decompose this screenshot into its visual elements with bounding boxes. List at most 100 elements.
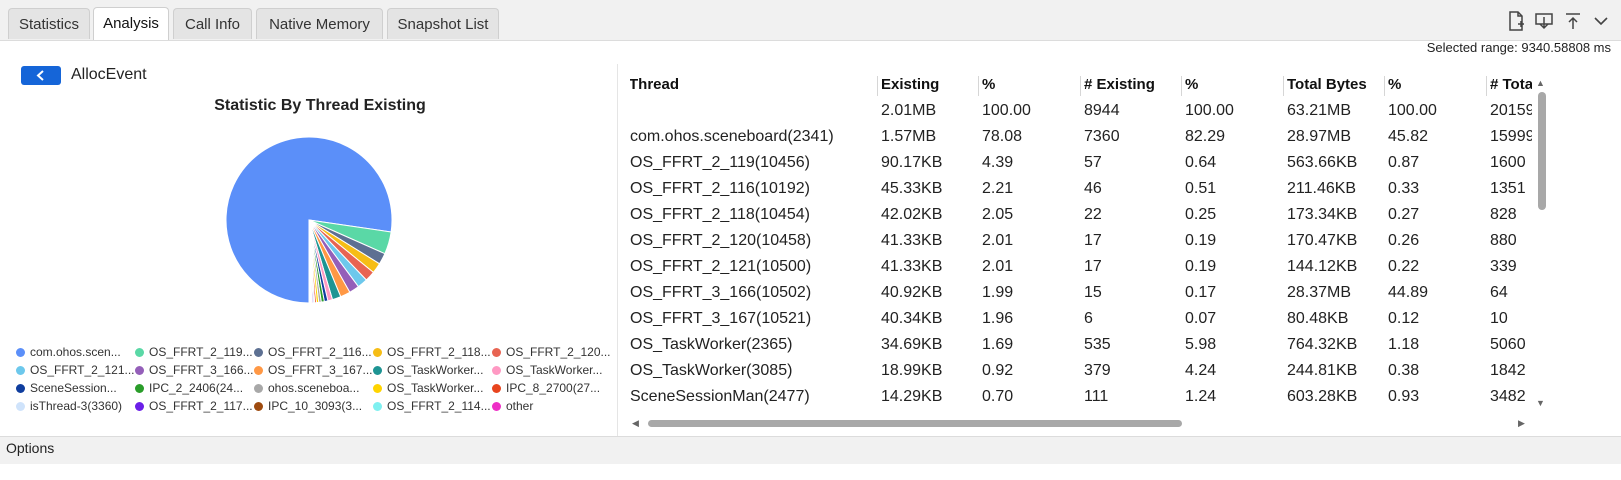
tab-statistics[interactable]: Statistics xyxy=(8,8,90,39)
table-row[interactable]: OS_FFRT_3_167(10521) 40.34KB 1.96 6 0.07 80.4… xyxy=(630,306,1532,332)
thread-pie-chart[interactable] xyxy=(225,136,395,306)
table-row[interactable]: OS_FFRT_2_121(10500) 41.33KB 2.01 17 0.19 144… xyxy=(630,254,1532,280)
column-resize-handle[interactable] xyxy=(877,76,878,96)
table-row[interactable]: OS_FFRT_3_166(10502) 40.92KB 1.99 15 0.17 28.… xyxy=(630,280,1532,306)
column-resize-handle[interactable] xyxy=(1080,76,1081,96)
column-header[interactable]: Thread xyxy=(630,74,679,96)
legend-item[interactable]: isThread-3(3360) xyxy=(16,398,122,414)
scroll-left-icon[interactable]: ◀ xyxy=(632,418,639,428)
legend-label: SceneSession... xyxy=(30,381,117,395)
legend-item[interactable]: IPC_2_2406(24... xyxy=(135,380,243,396)
column-header[interactable]: % xyxy=(1185,74,1198,96)
table-cell: 2.01MB xyxy=(881,102,937,119)
column-header[interactable]: Existing xyxy=(881,74,939,96)
table-row[interactable]: OS_TaskWorker(3085) 18.99KB 0.92 379 4.24 244… xyxy=(630,358,1532,384)
table-cell: 1600 xyxy=(1490,154,1526,171)
legend-item[interactable]: OS_FFRT_2_121... xyxy=(16,362,135,378)
column-header[interactable]: % xyxy=(982,74,995,96)
legend-item[interactable]: IPC_8_2700(27... xyxy=(492,380,600,396)
legend-item[interactable]: OS_FFRT_2_119... xyxy=(135,344,253,360)
legend-item[interactable]: other xyxy=(492,398,533,414)
table-cell: 6 xyxy=(1084,310,1093,327)
legend-item[interactable]: OS_TaskWorker... xyxy=(492,362,602,378)
column-header[interactable]: % xyxy=(1388,74,1401,96)
horizontal-scroll-thumb[interactable] xyxy=(648,420,1182,427)
selected-range: Selected range: 9340.58808 ms xyxy=(1426,40,1611,55)
table-cell: 0.92 xyxy=(982,362,1014,379)
table-cell: 45.33KB xyxy=(881,180,943,197)
legend-item[interactable]: OS_FFRT_2_117... xyxy=(135,398,253,414)
table-cell: 1.96 xyxy=(982,310,1014,327)
table-cell: 78.08 xyxy=(982,128,1023,145)
table-row[interactable]: OS_FFRT_2_120(10458) 41.33KB 2.01 17 0.19 170… xyxy=(630,228,1532,254)
legend-item[interactable]: OS_FFRT_2_116... xyxy=(254,344,372,360)
options-bar[interactable]: Options xyxy=(0,436,1621,464)
table-row[interactable]: com.ohos.sceneboard(2341) 1.57MB 78.08 7360… xyxy=(630,124,1532,150)
vertical-scroll-thumb[interactable] xyxy=(1538,92,1546,210)
legend-color-dot xyxy=(492,384,501,393)
column-header[interactable]: Total Bytes xyxy=(1287,74,1367,96)
upload-icon[interactable] xyxy=(1562,10,1584,32)
table-cell: 563.66KB xyxy=(1287,154,1358,171)
column-resize-handle[interactable] xyxy=(1283,76,1284,96)
table-cell: 41.33KB xyxy=(881,232,943,249)
table-cell: 0.38 xyxy=(1388,362,1420,379)
legend-color-dot xyxy=(373,366,382,375)
table-row[interactable]: OS_FFRT_2_118(10454) 42.02KB 2.05 22 0.25 173… xyxy=(630,202,1532,228)
file-add-icon[interactable] xyxy=(1505,10,1527,32)
tab-call-info[interactable]: Call Info xyxy=(173,8,252,39)
table-cell: 1.69 xyxy=(982,336,1014,353)
legend-color-dot xyxy=(254,348,263,357)
legend-item[interactable]: IPC_10_3093(3... xyxy=(254,398,362,414)
column-resize-handle[interactable] xyxy=(978,76,979,96)
table-row[interactable]: OS_TaskWorker(2365) 34.69KB 1.69 535 5.98 764… xyxy=(630,332,1532,358)
legend-item[interactable]: OS_FFRT_2_114... xyxy=(373,398,491,414)
table-cell: 764.32KB xyxy=(1287,336,1358,353)
chevron-down-icon[interactable] xyxy=(1590,10,1612,32)
table-row[interactable]: 2.01MB 100.00 8944 100.00 63.21MB 100.00 20159 xyxy=(630,98,1532,124)
horizontal-scrollbar[interactable]: ◀ ▶ xyxy=(630,416,1534,430)
table-cell: 170.47KB xyxy=(1287,232,1358,249)
tab-snapshot-list[interactable]: Snapshot List xyxy=(387,8,499,39)
legend-item[interactable]: OS_TaskWorker... xyxy=(373,380,483,396)
table-cell: 0.07 xyxy=(1185,310,1217,327)
legend-label: other xyxy=(506,399,534,413)
scroll-right-icon[interactable]: ▶ xyxy=(1518,418,1525,428)
table-cell: 2.01 xyxy=(982,258,1014,275)
scroll-up-icon[interactable]: ▲ xyxy=(1536,78,1545,88)
table-cell: 34.69KB xyxy=(881,336,943,353)
table-cell: 2.01 xyxy=(982,232,1014,249)
table-cell: 20159 xyxy=(1490,102,1532,119)
legend-label: isThread-3(3360) xyxy=(30,399,123,413)
column-resize-handle[interactable] xyxy=(1181,76,1182,96)
table-row[interactable]: OS_FFRT_2_119(10456) 90.17KB 4.39 57 0.64 563… xyxy=(630,150,1532,176)
legend-item[interactable]: OS_FFRT_3_166... xyxy=(135,362,254,378)
vertical-scrollbar[interactable]: ▲ ▼ xyxy=(1534,74,1548,410)
table-row[interactable]: SceneSessionMan(2477) 14.29KB 0.70 111 1.24 6… xyxy=(630,384,1532,410)
table-cell: 0.19 xyxy=(1185,258,1217,275)
legend-item[interactable]: SceneSession... xyxy=(16,380,117,396)
legend-item[interactable]: com.ohos.scen... xyxy=(16,344,121,360)
table-cell: 7360 xyxy=(1084,128,1120,145)
legend-item[interactable]: OS_FFRT_3_167... xyxy=(254,362,373,378)
legend-item[interactable]: OS_TaskWorker... xyxy=(373,362,483,378)
column-resize-handle[interactable] xyxy=(1486,76,1487,96)
table-cell: 144.12KB xyxy=(1287,258,1358,275)
column-resize-handle[interactable] xyxy=(1384,76,1385,96)
tab-analysis[interactable]: Analysis xyxy=(93,7,169,40)
legend-item[interactable]: OS_FFRT_2_118... xyxy=(373,344,491,360)
column-header[interactable]: # Existing xyxy=(1084,74,1155,96)
table-row[interactable]: OS_FFRT_2_116(10192) 45.33KB 2.21 46 0.51 211… xyxy=(630,176,1532,202)
legend-item[interactable]: ohos.sceneboa... xyxy=(254,380,359,396)
alloc-event-title: AllocEvent xyxy=(71,66,147,83)
download-icon[interactable] xyxy=(1533,10,1555,32)
legend-color-dot xyxy=(135,366,144,375)
back-button[interactable] xyxy=(21,66,61,85)
legend-item[interactable]: OS_FFRT_2_120... xyxy=(492,344,611,360)
column-header[interactable]: # Tota xyxy=(1490,74,1532,96)
table-cell: 14.29KB xyxy=(881,388,943,405)
tab-native-memory[interactable]: Native Memory xyxy=(256,8,383,39)
scroll-down-icon[interactable]: ▼ xyxy=(1536,398,1545,408)
table-cell: 4.39 xyxy=(982,154,1014,171)
table-cell: 100.00 xyxy=(1388,102,1437,119)
